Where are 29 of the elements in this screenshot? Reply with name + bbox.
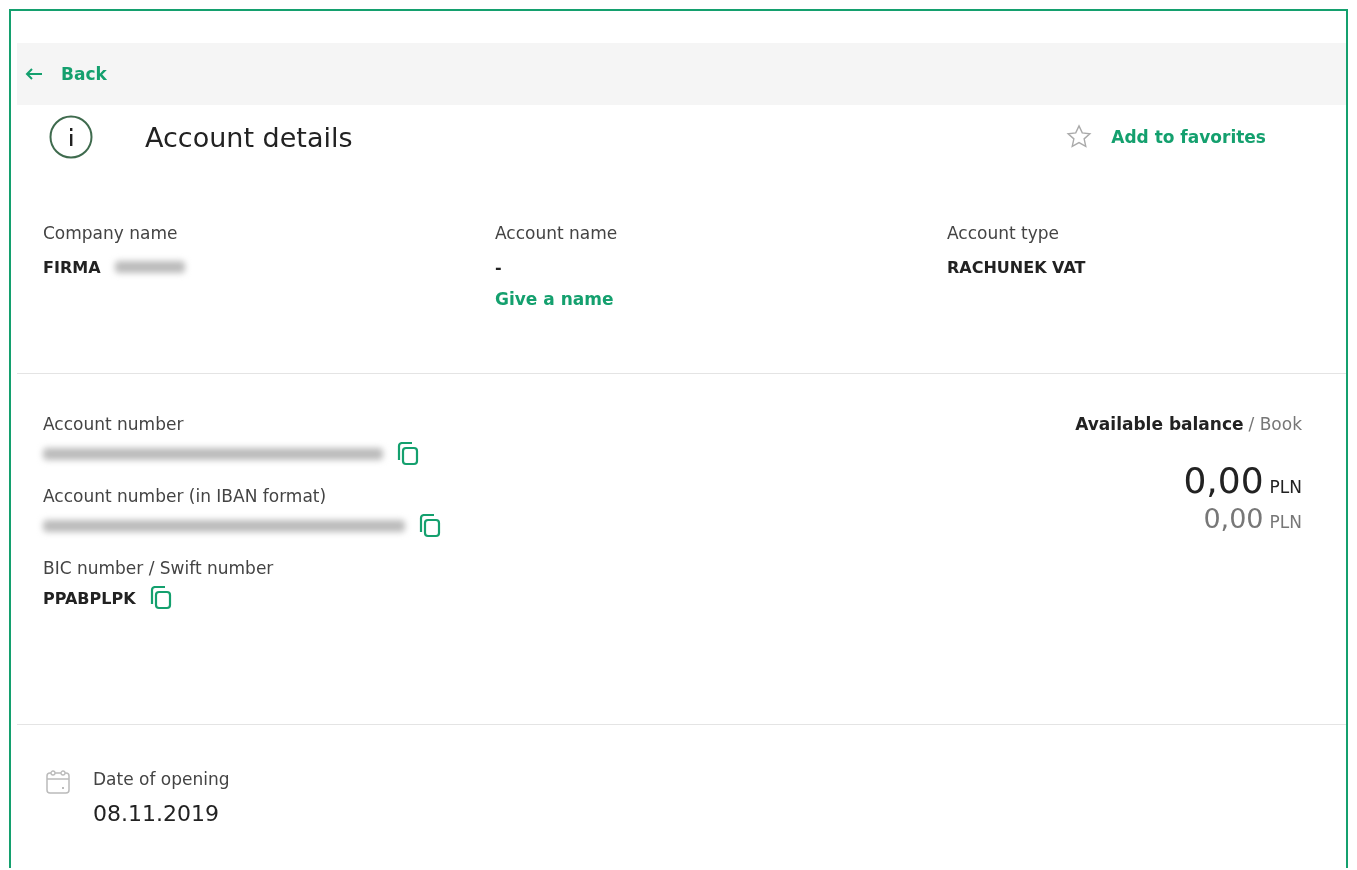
add-to-favorites-link[interactable]: Add to favorites — [1065, 123, 1266, 151]
field-value: FIRMA — [43, 257, 101, 277]
field-label: Account number (in IBAN format) — [43, 486, 328, 506]
currency: PLN — [1269, 512, 1302, 532]
field-label: Account number — [43, 414, 185, 434]
copy-icon[interactable] — [397, 442, 419, 466]
field-value: PPABPLPK — [43, 588, 136, 608]
field-value: RACHUNEK VAT — [947, 257, 1086, 277]
info-icon — [49, 115, 93, 159]
page-title: Account details — [145, 121, 353, 153]
book-amount: 0,00 — [1203, 503, 1264, 534]
currency: PLN — [1269, 477, 1302, 497]
field-label: Date of opening — [93, 769, 230, 789]
copy-icon[interactable] — [149, 586, 172, 610]
left-arrow-icon — [25, 68, 43, 80]
calendar-icon — [45, 769, 71, 795]
field-label: Company name — [43, 223, 179, 243]
available-balance-label: Available balance — [1075, 414, 1244, 434]
available-amount: 0,00 — [1183, 460, 1264, 501]
give-name-link[interactable]: Give a name — [495, 289, 947, 309]
opening-date: 08.11.2019 — [93, 801, 220, 826]
star-icon — [1065, 123, 1094, 151]
field-label: Account type — [947, 223, 1061, 243]
field-label: BIC number / Swift number — [43, 558, 275, 578]
book-balance-label: / Book — [1248, 414, 1302, 434]
copy-icon[interactable] — [419, 514, 441, 538]
back-link[interactable]: Back — [25, 64, 107, 84]
field-value: - — [495, 257, 502, 277]
field-label: Account name — [495, 223, 619, 243]
